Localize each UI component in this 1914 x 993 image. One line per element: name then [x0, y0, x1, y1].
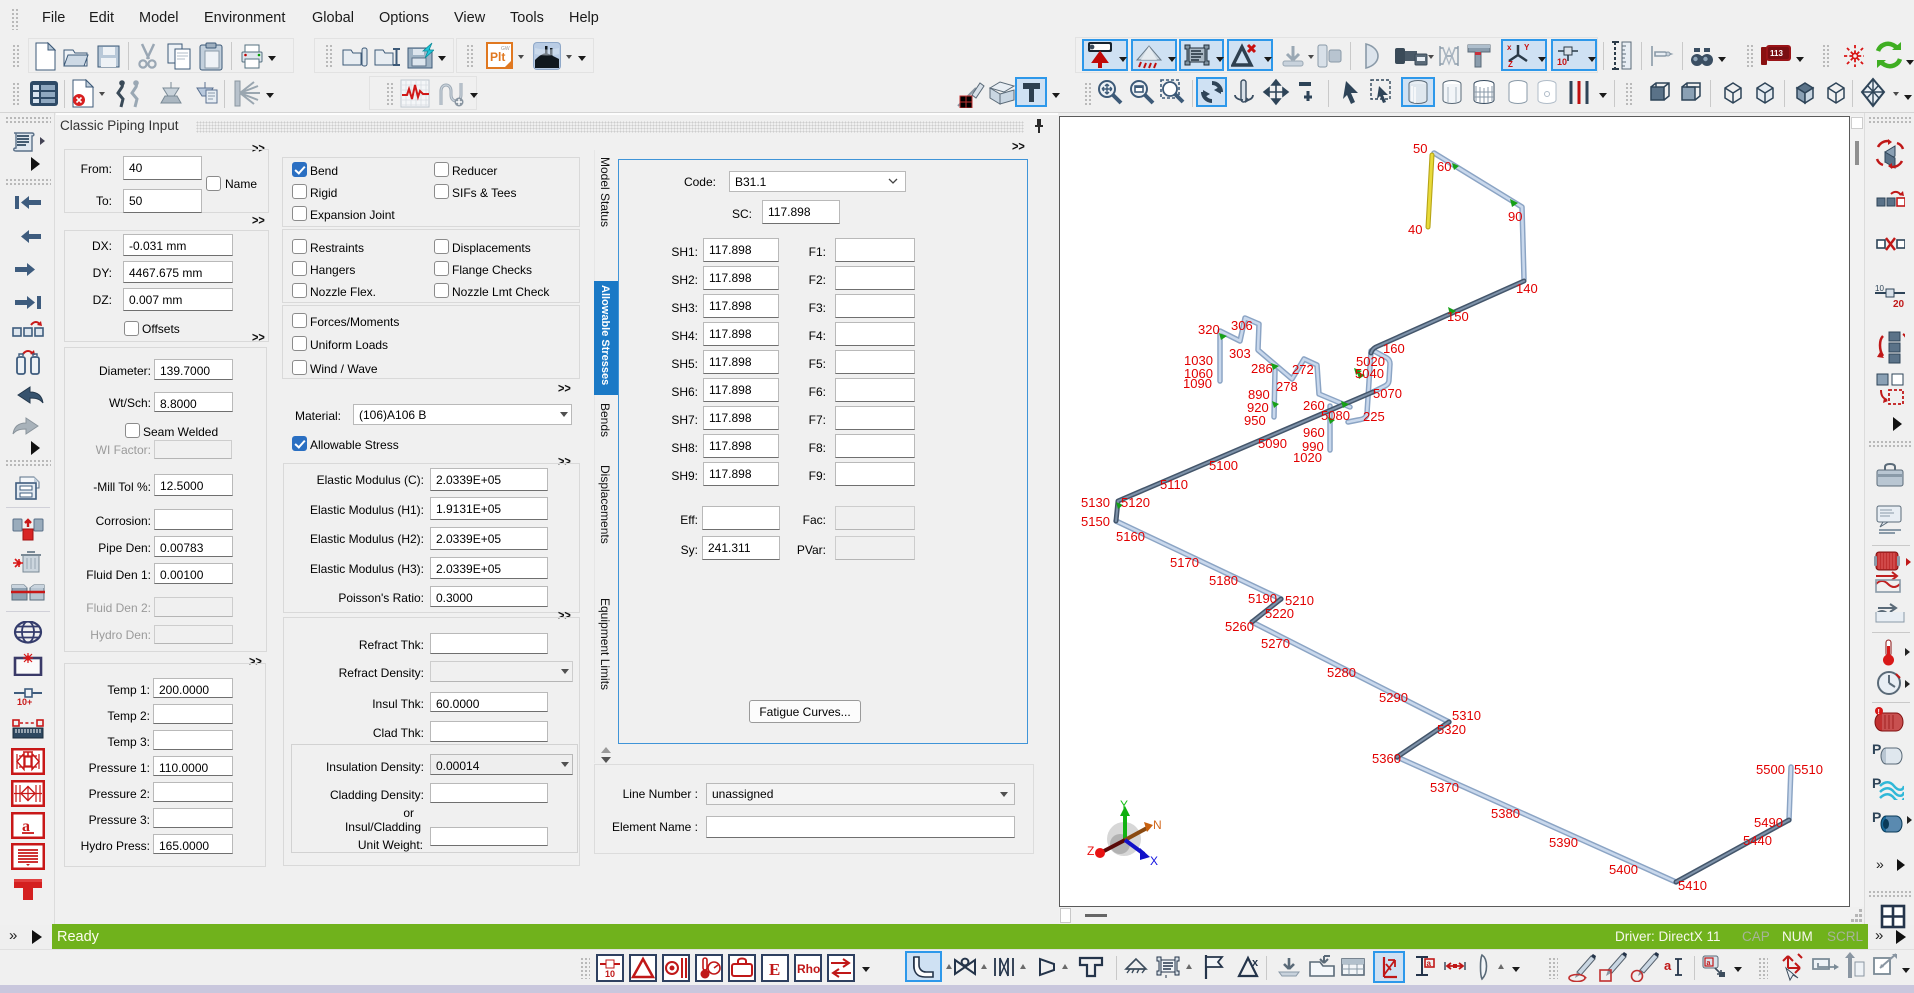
- svg-text:286: 286: [1251, 361, 1273, 376]
- svg-text:5190: 5190: [1248, 591, 1277, 606]
- svg-text:5120: 5120: [1121, 495, 1150, 510]
- svg-text:90: 90: [1508, 209, 1522, 224]
- svg-text:N: N: [1153, 818, 1162, 832]
- svg-text:!: !: [1878, 709, 1880, 716]
- svg-text:5080: 5080: [1321, 408, 1350, 423]
- svg-text:5040: 5040: [1355, 366, 1384, 381]
- svg-text:GW: GW: [501, 46, 510, 52]
- svg-text:5490: 5490: [1754, 815, 1783, 830]
- svg-text:5220: 5220: [1265, 606, 1294, 621]
- svg-text:X: X: [1150, 854, 1158, 868]
- svg-text:150: 150: [1447, 309, 1469, 324]
- svg-text:5370: 5370: [1430, 780, 1459, 795]
- svg-text:x: x: [1507, 43, 1512, 52]
- svg-text:5100: 5100: [1209, 458, 1238, 473]
- svg-text:140: 140: [1516, 281, 1538, 296]
- svg-text:Plt: Plt: [490, 50, 505, 64]
- svg-text:5380: 5380: [1491, 806, 1520, 821]
- svg-text:5510: 5510: [1794, 762, 1823, 777]
- svg-text:5440: 5440: [1743, 833, 1772, 848]
- svg-text:20: 20: [1893, 299, 1905, 309]
- svg-text:P: P: [1872, 741, 1881, 757]
- svg-text:5070: 5070: [1373, 386, 1402, 401]
- svg-text:5170: 5170: [1170, 555, 1199, 570]
- svg-text:5090: 5090: [1258, 436, 1287, 451]
- svg-text:Rho: Rho: [797, 962, 820, 976]
- svg-text:5310: 5310: [1452, 708, 1481, 723]
- svg-text:Y: Y: [1524, 43, 1530, 52]
- svg-text:5400: 5400: [1609, 862, 1638, 877]
- svg-text:a: a: [1427, 959, 1432, 968]
- svg-text:5290: 5290: [1379, 690, 1408, 705]
- svg-text:50: 50: [1413, 141, 1427, 156]
- svg-text:5160: 5160: [1116, 529, 1145, 544]
- svg-text:320: 320: [1198, 322, 1220, 337]
- svg-text:5280: 5280: [1327, 665, 1356, 680]
- svg-text:10+: 10+: [17, 697, 32, 706]
- svg-text:Y: Y: [1120, 798, 1128, 812]
- svg-text:10: 10: [605, 969, 615, 979]
- svg-text:113: 113: [1770, 49, 1783, 58]
- svg-text:5130: 5130: [1081, 495, 1110, 510]
- svg-text:160: 160: [1383, 341, 1405, 356]
- svg-text:225: 225: [1363, 409, 1385, 424]
- svg-text:10: 10: [1875, 284, 1884, 293]
- svg-text:5150: 5150: [1081, 514, 1110, 529]
- svg-text:60: 60: [1437, 159, 1451, 174]
- svg-text:960: 960: [1303, 425, 1325, 440]
- svg-text:x: x: [1252, 957, 1259, 969]
- svg-text:a: a: [1707, 960, 1711, 967]
- svg-text:303: 303: [1229, 346, 1251, 361]
- svg-text:5500: 5500: [1756, 762, 1785, 777]
- svg-text:5260: 5260: [1225, 619, 1254, 634]
- svg-text:950: 950: [1244, 413, 1266, 428]
- svg-text:278: 278: [1276, 379, 1298, 394]
- svg-text:5110: 5110: [1160, 477, 1188, 492]
- svg-text:40: 40: [1408, 222, 1422, 237]
- svg-text:10: 10: [1557, 57, 1567, 67]
- svg-text:272: 272: [1292, 362, 1314, 377]
- svg-text:5410: 5410: [1678, 878, 1707, 893]
- svg-text:5270: 5270: [1261, 636, 1290, 651]
- svg-text:5360: 5360: [1372, 751, 1401, 766]
- svg-text:5180: 5180: [1209, 573, 1238, 588]
- svg-text:5320: 5320: [1437, 722, 1466, 737]
- svg-text:306: 306: [1231, 318, 1253, 333]
- svg-text:1020: 1020: [1293, 450, 1322, 465]
- svg-text:5390: 5390: [1549, 835, 1578, 850]
- svg-text:E: E: [769, 960, 780, 979]
- svg-text:a: a: [1664, 958, 1672, 973]
- svg-text:Z: Z: [1508, 60, 1513, 68]
- svg-text:1090: 1090: [1183, 376, 1212, 391]
- svg-text:P: P: [1872, 809, 1881, 825]
- svg-text:Z: Z: [1087, 844, 1094, 858]
- svg-text:P: P: [1872, 775, 1881, 791]
